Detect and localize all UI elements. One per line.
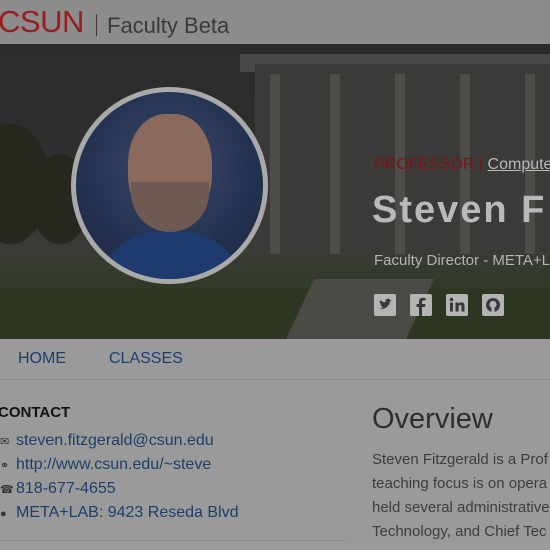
contact-website-text[interactable]: http://www.csun.edu/~steve — [16, 456, 211, 473]
contact-phone-text[interactable]: 818-677-4655 — [16, 480, 116, 497]
github-icon[interactable] — [482, 294, 504, 316]
photo-beard — [131, 182, 209, 232]
contact-divider — [0, 540, 345, 541]
contact-location-text[interactable]: META+LAB: 9423 Reseda Blvd — [16, 504, 239, 521]
overview-line: held several administrative — [372, 499, 550, 516]
overview-line: Steven Fitzgerald is a Prof — [372, 451, 548, 468]
department-link[interactable]: Compute — [488, 156, 550, 173]
overview-line: teaching focus is on opera — [372, 475, 548, 492]
profile-nav: HOME CLASSES — [0, 339, 550, 380]
facebook-icon[interactable] — [410, 294, 432, 316]
overview-heading: Overview — [372, 403, 493, 435]
contact-website[interactable]: ⚭ http://www.csun.edu/~steve — [0, 456, 211, 474]
location-icon: ● — [0, 508, 7, 520]
rank-label: PROFESSOR — [374, 156, 475, 173]
nav-home[interactable]: HOME — [18, 350, 66, 368]
faculty-position: Faculty Director - META+L — [374, 252, 550, 269]
twitter-icon[interactable] — [374, 294, 396, 316]
faculty-role: PROFESSOR | Compute — [374, 156, 550, 174]
link-icon: ⚭ — [0, 460, 10, 472]
profile-avatar — [71, 87, 268, 284]
phone-icon: ☎ — [0, 484, 14, 496]
profile-hero: PROFESSOR | Compute Steven F Faculty Dir… — [0, 44, 550, 339]
nav-classes[interactable]: CLASSES — [109, 350, 183, 368]
contact-email[interactable]: ✉ steven.fitzgerald@csun.edu — [0, 432, 214, 450]
profile-photo — [76, 92, 263, 279]
social-links — [374, 294, 504, 316]
linkedin-icon[interactable] — [446, 294, 468, 316]
photo-shirt — [98, 232, 243, 279]
faculty-name: Steven F — [372, 189, 547, 231]
mail-icon: ✉ — [0, 436, 10, 448]
role-separator: | — [478, 156, 484, 173]
building-column — [270, 74, 280, 254]
contact-location[interactable]: ● META+LAB: 9423 Reseda Blvd — [0, 504, 239, 522]
csun-logo[interactable]: CSUN — [0, 4, 84, 40]
overview-line: Technology, and Chief Tec — [372, 523, 547, 540]
contact-heading: CONTACT — [0, 404, 71, 421]
top-bar: CSUN Faculty Beta — [0, 0, 550, 44]
building-column — [330, 74, 340, 254]
overview-body: Steven Fitzgerald is a Prof teaching foc… — [372, 448, 550, 544]
header-divider — [96, 14, 97, 36]
site-subtitle: Faculty Beta — [107, 13, 230, 38]
contact-phone[interactable]: ☎ 818-677-4655 — [0, 480, 116, 498]
contact-email-text[interactable]: steven.fitzgerald@csun.edu — [16, 432, 214, 449]
